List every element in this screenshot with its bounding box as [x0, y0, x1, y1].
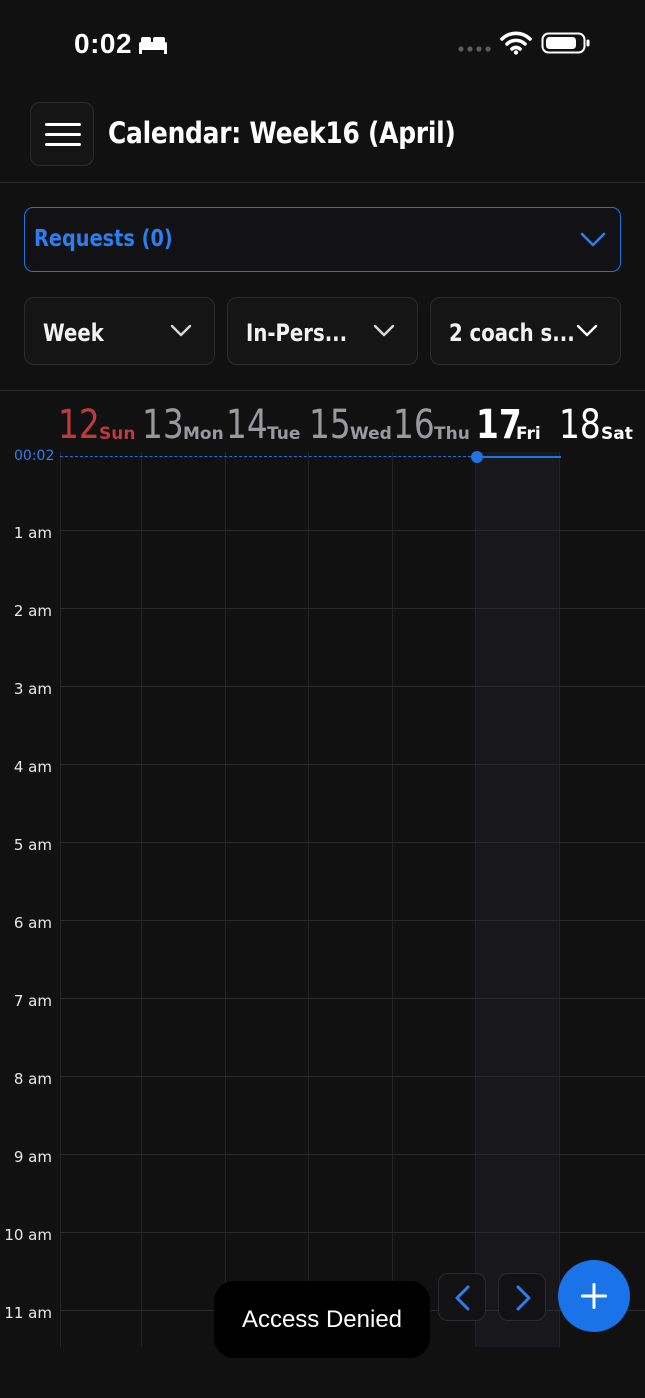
- grid-column-line: [392, 452, 393, 1347]
- grid-hour-line: [60, 842, 645, 843]
- day-name: Mon: [183, 424, 224, 444]
- next-week-button[interactable]: [498, 1273, 546, 1321]
- menu-button[interactable]: [30, 102, 94, 166]
- day-name: Sun: [99, 424, 136, 444]
- hour-label: 3 am: [13, 680, 52, 698]
- chevron-down-icon: [170, 324, 192, 337]
- day-header-wed[interactable]: 15 Wed: [309, 402, 392, 448]
- hour-label: 11 am: [4, 1304, 52, 1322]
- day-header-sun[interactable]: 12 Sun: [58, 402, 135, 448]
- day-header-mon[interactable]: 13 Mon: [142, 402, 224, 448]
- view-mode-dropdown[interactable]: Week: [24, 297, 215, 365]
- grid-column-line: [141, 452, 142, 1347]
- grid-column-line: [559, 452, 560, 1347]
- grid-hour-line: [60, 764, 645, 765]
- hamburger-menu-icon: [45, 123, 81, 146]
- current-time-indicator-line: [476, 456, 561, 458]
- toast-message: Access Denied: [241, 1306, 403, 1333]
- header: Calendar: Week16 (April): [0, 92, 645, 183]
- grid-column-line: [225, 452, 226, 1347]
- chevron-down-icon: [373, 324, 395, 337]
- week-grid[interactable]: 1 am 2 am 3 am 4 am 5 am 6 am 7 am 8 am …: [0, 448, 645, 1347]
- hour-label: 7 am: [13, 992, 52, 1010]
- calendar-screen: 0:02 Calendar: Week16 (April) Requests (…: [0, 0, 645, 1398]
- grid-hour-line: [60, 608, 645, 609]
- day-number: 18: [559, 402, 601, 448]
- grid-hour-line: [60, 686, 645, 687]
- day-number: 13: [142, 402, 184, 448]
- day-header-tue[interactable]: 14 Tue: [226, 402, 300, 448]
- coach-selection-label: 2 coach s...: [449, 319, 575, 347]
- day-number: 12: [58, 402, 100, 448]
- day-header-fri-today[interactable]: 17 Fri: [476, 402, 541, 448]
- current-time-dot: [471, 451, 483, 463]
- chevron-right-icon: [516, 1285, 531, 1311]
- grid-column-line: [475, 452, 476, 1347]
- grid-hour-line: [60, 998, 645, 999]
- day-number: 14: [226, 402, 268, 448]
- chevron-left-icon: [455, 1285, 470, 1311]
- current-time-label: 00:02: [14, 448, 55, 464]
- day-number: 17: [476, 402, 522, 448]
- day-name: Fri: [516, 424, 541, 444]
- hour-label: 2 am: [13, 602, 52, 620]
- day-number: 16: [393, 402, 435, 448]
- day-name: Wed: [350, 424, 392, 444]
- grid-hour-line: [60, 1232, 645, 1233]
- day-header-thu[interactable]: 16 Thu: [393, 402, 470, 448]
- view-mode-label: Week: [43, 319, 104, 347]
- day-header-sat[interactable]: 18 Sat: [559, 402, 633, 448]
- battery-icon: [541, 32, 590, 54]
- previous-week-button[interactable]: [438, 1273, 486, 1321]
- plus-icon: [581, 1283, 607, 1309]
- day-number: 15: [309, 402, 351, 448]
- grid-hour-line: [60, 530, 645, 531]
- status-bar: 0:02: [0, 0, 645, 90]
- grid-hour-line: [60, 1076, 645, 1077]
- hour-label: 9 am: [13, 1148, 52, 1166]
- divider: [0, 390, 645, 391]
- chevron-down-icon: [580, 232, 606, 247]
- hour-label: 4 am: [13, 758, 52, 776]
- session-type-dropdown[interactable]: In-Pers...: [227, 297, 418, 365]
- grid-hour-line: [60, 920, 645, 921]
- hour-label: 5 am: [13, 836, 52, 854]
- hour-label: 1 am: [13, 524, 52, 542]
- requests-dropdown[interactable]: Requests (0): [24, 207, 621, 272]
- status-time: 0:02: [74, 28, 133, 59]
- coach-selection-dropdown[interactable]: 2 coach s...: [430, 297, 621, 365]
- requests-label: Requests (0): [34, 226, 173, 252]
- grid-column-line: [308, 452, 309, 1347]
- grid-column-line: [60, 452, 61, 1347]
- chevron-down-icon: [576, 324, 598, 337]
- day-name: Thu: [434, 424, 470, 444]
- toast: Access Denied: [214, 1281, 430, 1358]
- hour-label: 10 am: [4, 1226, 52, 1244]
- day-name: Tue: [267, 424, 301, 444]
- grid-hour-line: [60, 1154, 645, 1155]
- current-time-indicator-dashed: [60, 456, 476, 457]
- hour-label: 6 am: [13, 914, 52, 932]
- wifi-icon: [500, 31, 532, 55]
- add-event-button[interactable]: [558, 1260, 630, 1332]
- today-column-highlight: [476, 452, 559, 1347]
- hour-label: 8 am: [13, 1070, 52, 1088]
- session-type-label: In-Pers...: [246, 319, 348, 347]
- day-name: Sat: [601, 424, 633, 444]
- bed-icon: [139, 37, 167, 54]
- page-title: Calendar: Week16 (April): [108, 116, 456, 150]
- signal-dots-icon: [458, 46, 491, 52]
